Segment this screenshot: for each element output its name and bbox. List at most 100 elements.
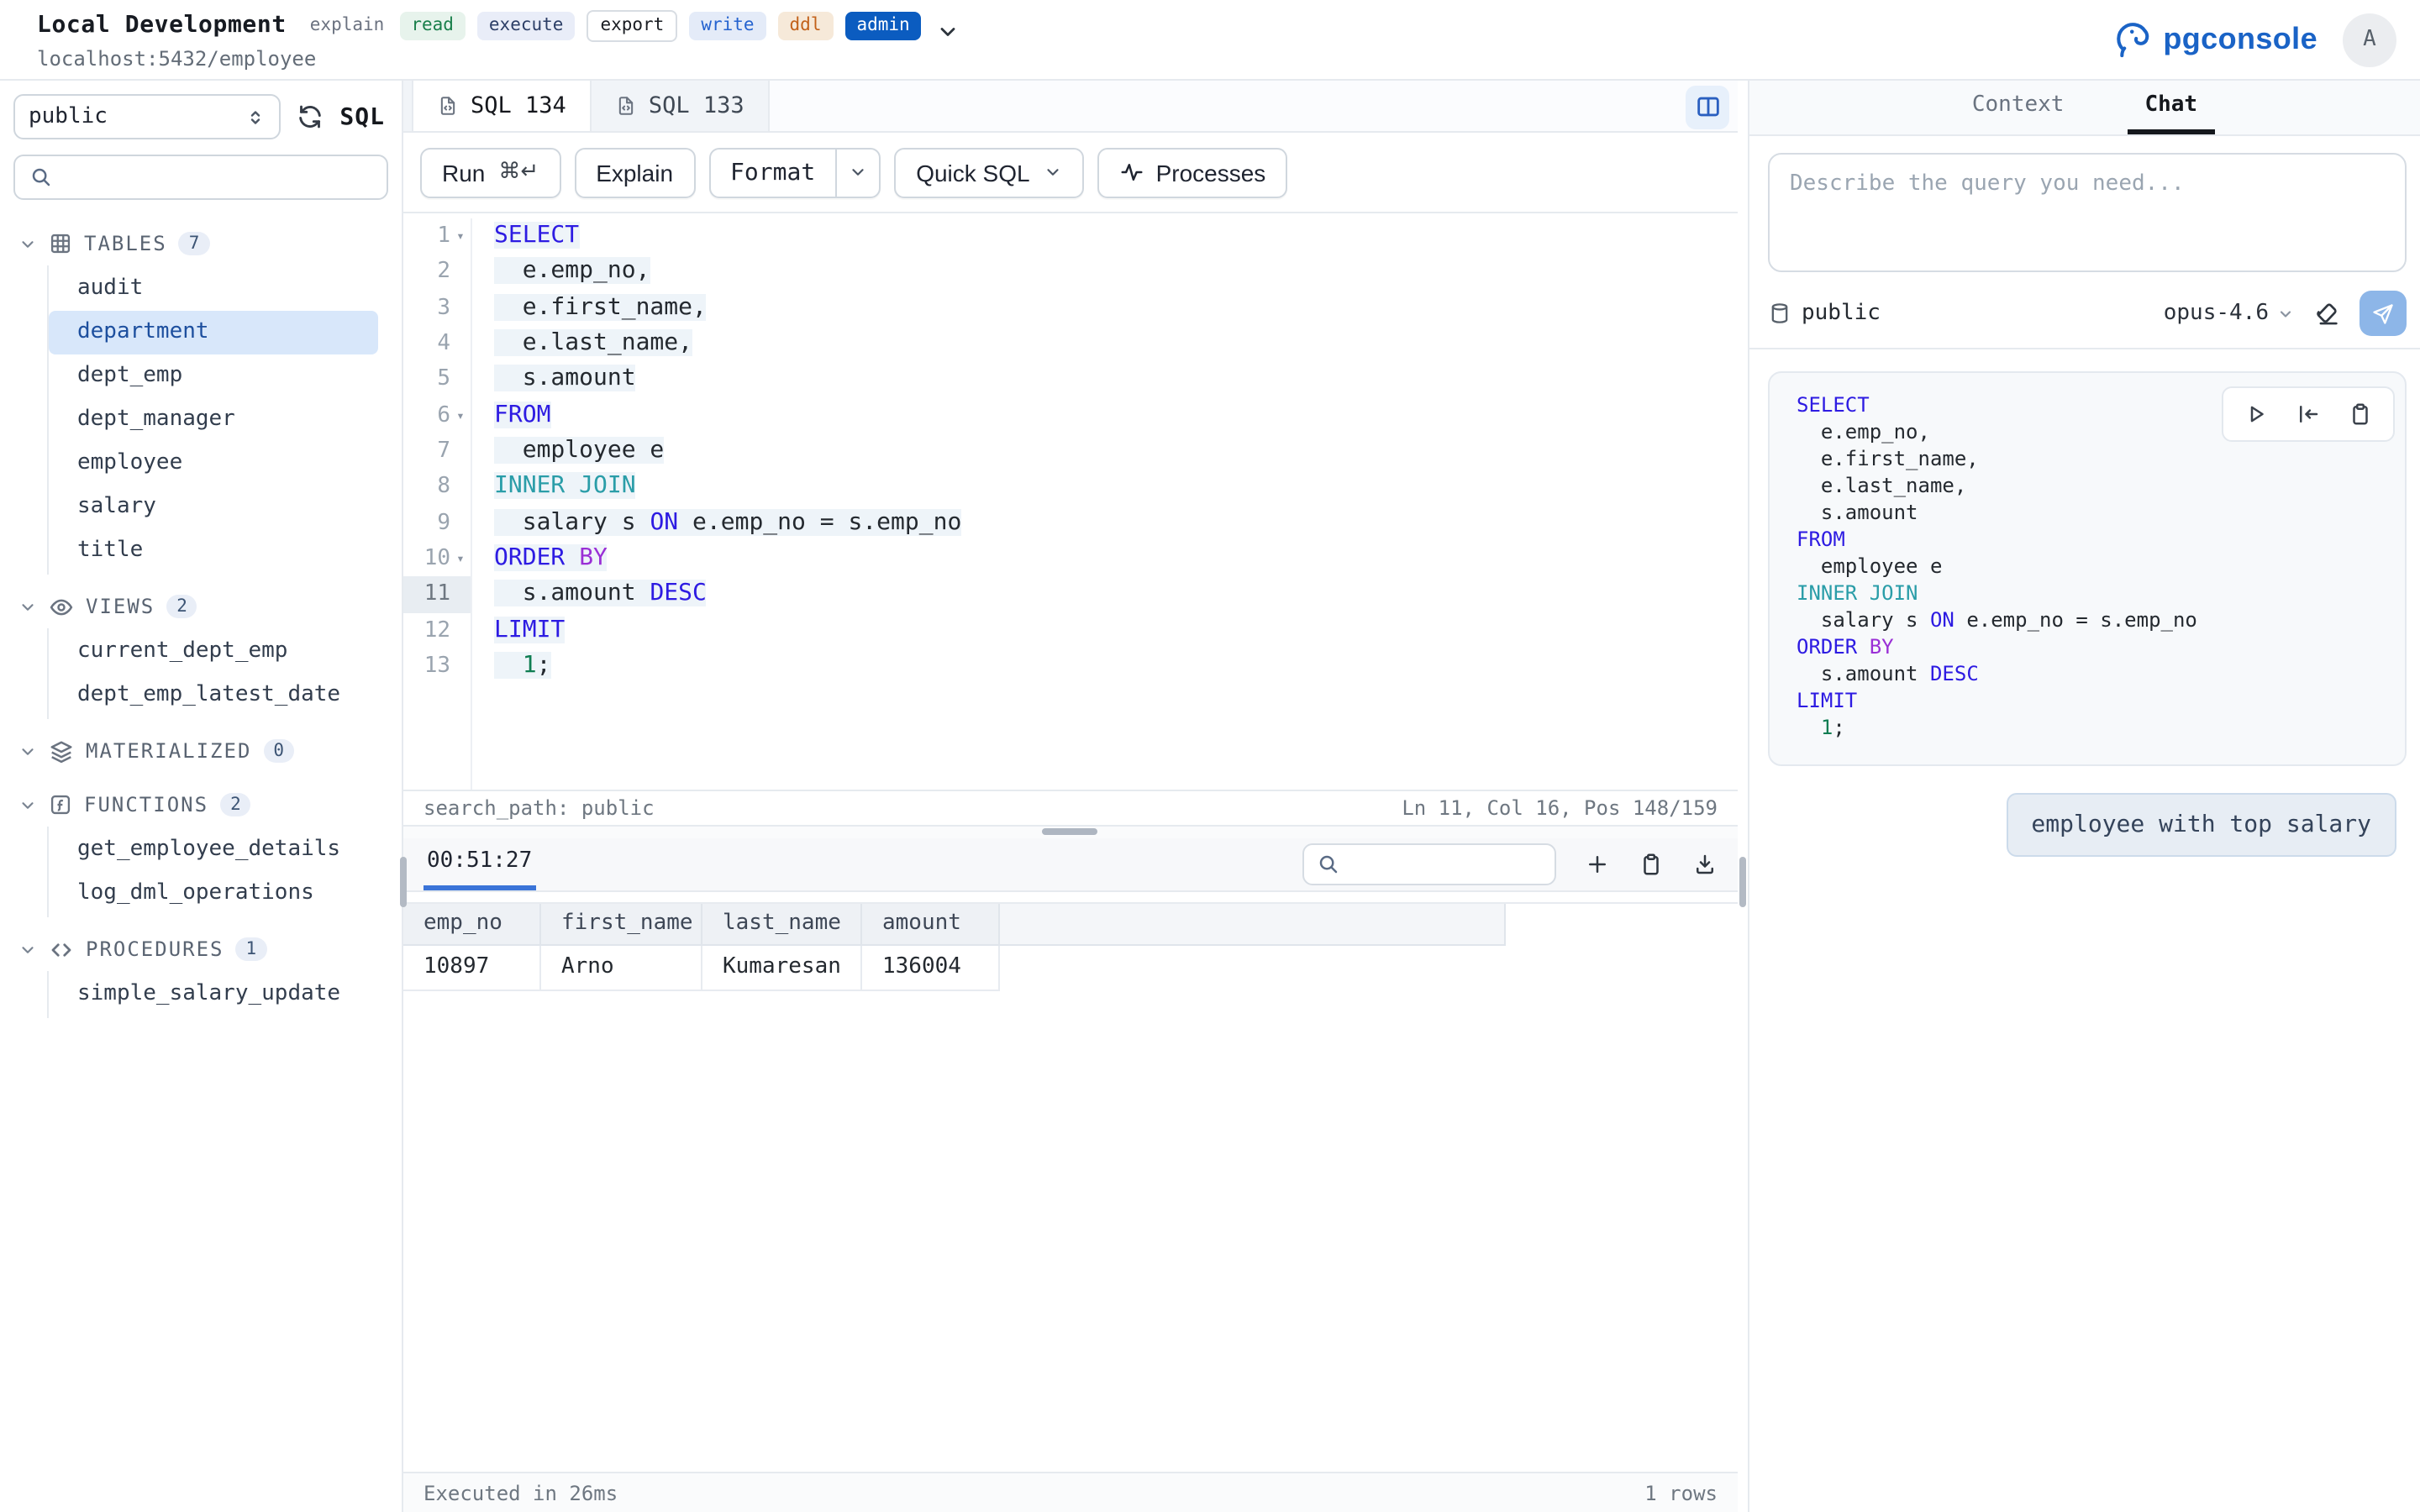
tree-section-header-procedures[interactable]: PROCEDURES 1 (13, 927, 402, 971)
tree-section-header-materialized[interactable]: MATERIALIZED 0 (13, 729, 402, 773)
model-selector[interactable]: opus-4.6 (2164, 301, 2294, 326)
avatar[interactable]: A (2343, 13, 2396, 66)
sidebar-search-input[interactable] (13, 155, 388, 200)
schema-select[interactable]: public (13, 94, 281, 139)
sql-editor[interactable]: 1▾23456▾78910▾111213 SELECT e.emp_no, e.… (403, 213, 1738, 789)
tab-chat[interactable]: Chat (2128, 81, 2214, 134)
refresh-icon[interactable] (296, 102, 324, 131)
sidebar-item-dept_emp[interactable]: dept_emp (49, 354, 378, 398)
quick-sql-button[interactable]: Quick SQL (894, 147, 1083, 197)
line-number: 5 (403, 362, 471, 398)
permission-badge-explain[interactable]: explain (307, 11, 388, 39)
add-result-tab-button[interactable] (1585, 851, 1610, 876)
sql-line: LIMIT (494, 612, 1738, 648)
format-button[interactable]: Format (708, 147, 881, 197)
line-number: 12 (403, 612, 471, 648)
sql-line: s.amount DESC (494, 577, 1738, 613)
splitter-drag-handle[interactable] (1042, 828, 1097, 835)
sql-line: salary s ON e.emp_no = s.emp_no (494, 505, 1738, 541)
permission-badge-export[interactable]: export (587, 9, 677, 41)
permission-badge-admin[interactable]: admin (844, 11, 921, 39)
sidebar-item-audit[interactable]: audit (49, 267, 378, 311)
brand-logo: pgconsole (2109, 17, 2317, 62)
copy-sql-icon[interactable] (2348, 402, 2373, 427)
chat-input[interactable] (1768, 153, 2407, 272)
table-grid-icon (49, 232, 72, 255)
tab-context[interactable]: Context (1955, 81, 2081, 134)
editor-pane: SQL 134 SQL 133 Run ⌘↵ Explain Format (403, 81, 1738, 1512)
assistant-sql-message: SELECT e.emp_no, e.first_name, e.last_na… (1768, 371, 2407, 766)
chat-schema-selector[interactable]: public (1768, 301, 1881, 326)
line-number: 9 (403, 505, 471, 541)
sql-line: 1; (494, 648, 1738, 685)
brand-name: pgconsole (2163, 22, 2317, 57)
results-search-input[interactable] (1302, 843, 1556, 885)
line-number: 7 (403, 433, 471, 470)
sidebar-item-get_employee_details[interactable]: get_employee_details (49, 828, 378, 872)
sidebar-item-department[interactable]: department (49, 311, 378, 354)
sidebar-item-simple_salary_update[interactable]: simple_salary_update (49, 973, 378, 1016)
section-count-badge: 2 (166, 595, 197, 618)
column-header-emp_no[interactable]: emp_no (403, 903, 541, 945)
tree-section-header-functions[interactable]: FUNCTIONS 2 (13, 783, 402, 827)
tree-section-materialized: MATERIALIZED 0 (13, 729, 402, 773)
column-header-amount[interactable]: amount (862, 903, 1000, 945)
section-label: PROCEDURES (86, 937, 224, 961)
editor-toolbar: Run ⌘↵ Explain Format Quick SQL (403, 133, 1738, 213)
elephant-logo-icon (2109, 17, 2154, 62)
processes-button[interactable]: Processes (1097, 147, 1288, 197)
run-sql-icon[interactable] (2244, 402, 2269, 427)
chevron-down-icon[interactable] (937, 20, 960, 44)
sidebar-item-dept_manager[interactable]: dept_manager (49, 398, 378, 442)
sql-line: e.last_name, (494, 326, 1738, 362)
download-results-icon[interactable] (1692, 851, 1718, 876)
fold-caret-icon[interactable]: ▾ (450, 228, 471, 244)
chevron-down-icon[interactable] (835, 149, 879, 196)
permission-badge-execute[interactable]: execute (477, 11, 576, 39)
table-cell: 136004 (862, 945, 1000, 990)
results-splitter[interactable] (403, 826, 1738, 837)
tree-section-header-views[interactable]: VIEWS 2 (13, 585, 402, 628)
run-button[interactable]: Run ⌘↵ (420, 147, 560, 197)
permission-badge-write[interactable]: write (689, 11, 765, 39)
fold-caret-icon[interactable]: ▾ (450, 551, 471, 566)
sql-mode-label[interactable]: SQL (339, 103, 388, 130)
clear-chat-icon[interactable] (2312, 299, 2341, 328)
fold-caret-icon[interactable]: ▾ (450, 408, 471, 423)
chat-panel-splitter[interactable] (1738, 81, 1748, 1512)
tree-section-header-tables[interactable]: TABLES 7 (13, 222, 402, 265)
editor-tab-sql-133[interactable]: SQL 133 (592, 81, 770, 131)
splitter-drag-handle[interactable] (1739, 857, 1746, 907)
editor-code[interactable]: SELECT e.emp_no, e.first_name, e.last_na… (472, 218, 1738, 789)
send-button[interactable] (2360, 291, 2407, 336)
column-header-last_name[interactable]: last_name (702, 903, 862, 945)
editor-statusbar: search_path: public Ln 11, Col 16, Pos 1… (403, 789, 1738, 826)
line-number: 10▾ (403, 541, 471, 577)
copy-results-icon[interactable] (1639, 851, 1664, 876)
sql-line: e.emp_no, (494, 255, 1738, 291)
table-row[interactable]: 10897ArnoKumaresan136004 (403, 945, 1738, 990)
sidebar-item-log_dml_operations[interactable]: log_dml_operations (49, 872, 378, 916)
section-count-badge: 2 (220, 793, 251, 816)
model-name: opus-4.6 (2164, 301, 2269, 326)
sidebar-item-employee[interactable]: employee (49, 442, 378, 486)
sidebar-item-current_dept_emp[interactable]: current_dept_emp (49, 630, 378, 674)
section-label: TABLES (84, 232, 167, 255)
chat-panel: Context Chat public opus-4.6 (1748, 81, 2420, 1512)
results-timer-tab[interactable]: 00:51:27 (424, 837, 535, 890)
sidebar-resize-handle[interactable] (400, 857, 407, 907)
chat-panel-tabs: Context Chat (1749, 81, 2420, 136)
sql-line: s.amount (494, 362, 1738, 398)
sidebar-item-salary[interactable]: salary (49, 486, 378, 529)
split-editor-button[interactable] (1686, 85, 1729, 129)
sidebar-item-title[interactable]: title (49, 529, 378, 573)
section-count-badge: 1 (236, 937, 267, 961)
sidebar-item-dept_emp_latest_date[interactable]: dept_emp_latest_date (49, 674, 378, 717)
permission-badge-ddl[interactable]: ddl (778, 11, 834, 39)
column-header-filler (1000, 903, 1506, 945)
insert-into-editor-icon[interactable] (2296, 402, 2321, 427)
explain-button[interactable]: Explain (574, 147, 695, 197)
permission-badge-read[interactable]: read (399, 11, 466, 39)
column-header-first_name[interactable]: first_name (541, 903, 702, 945)
editor-tab-sql-134[interactable]: SQL 134 (413, 81, 592, 131)
